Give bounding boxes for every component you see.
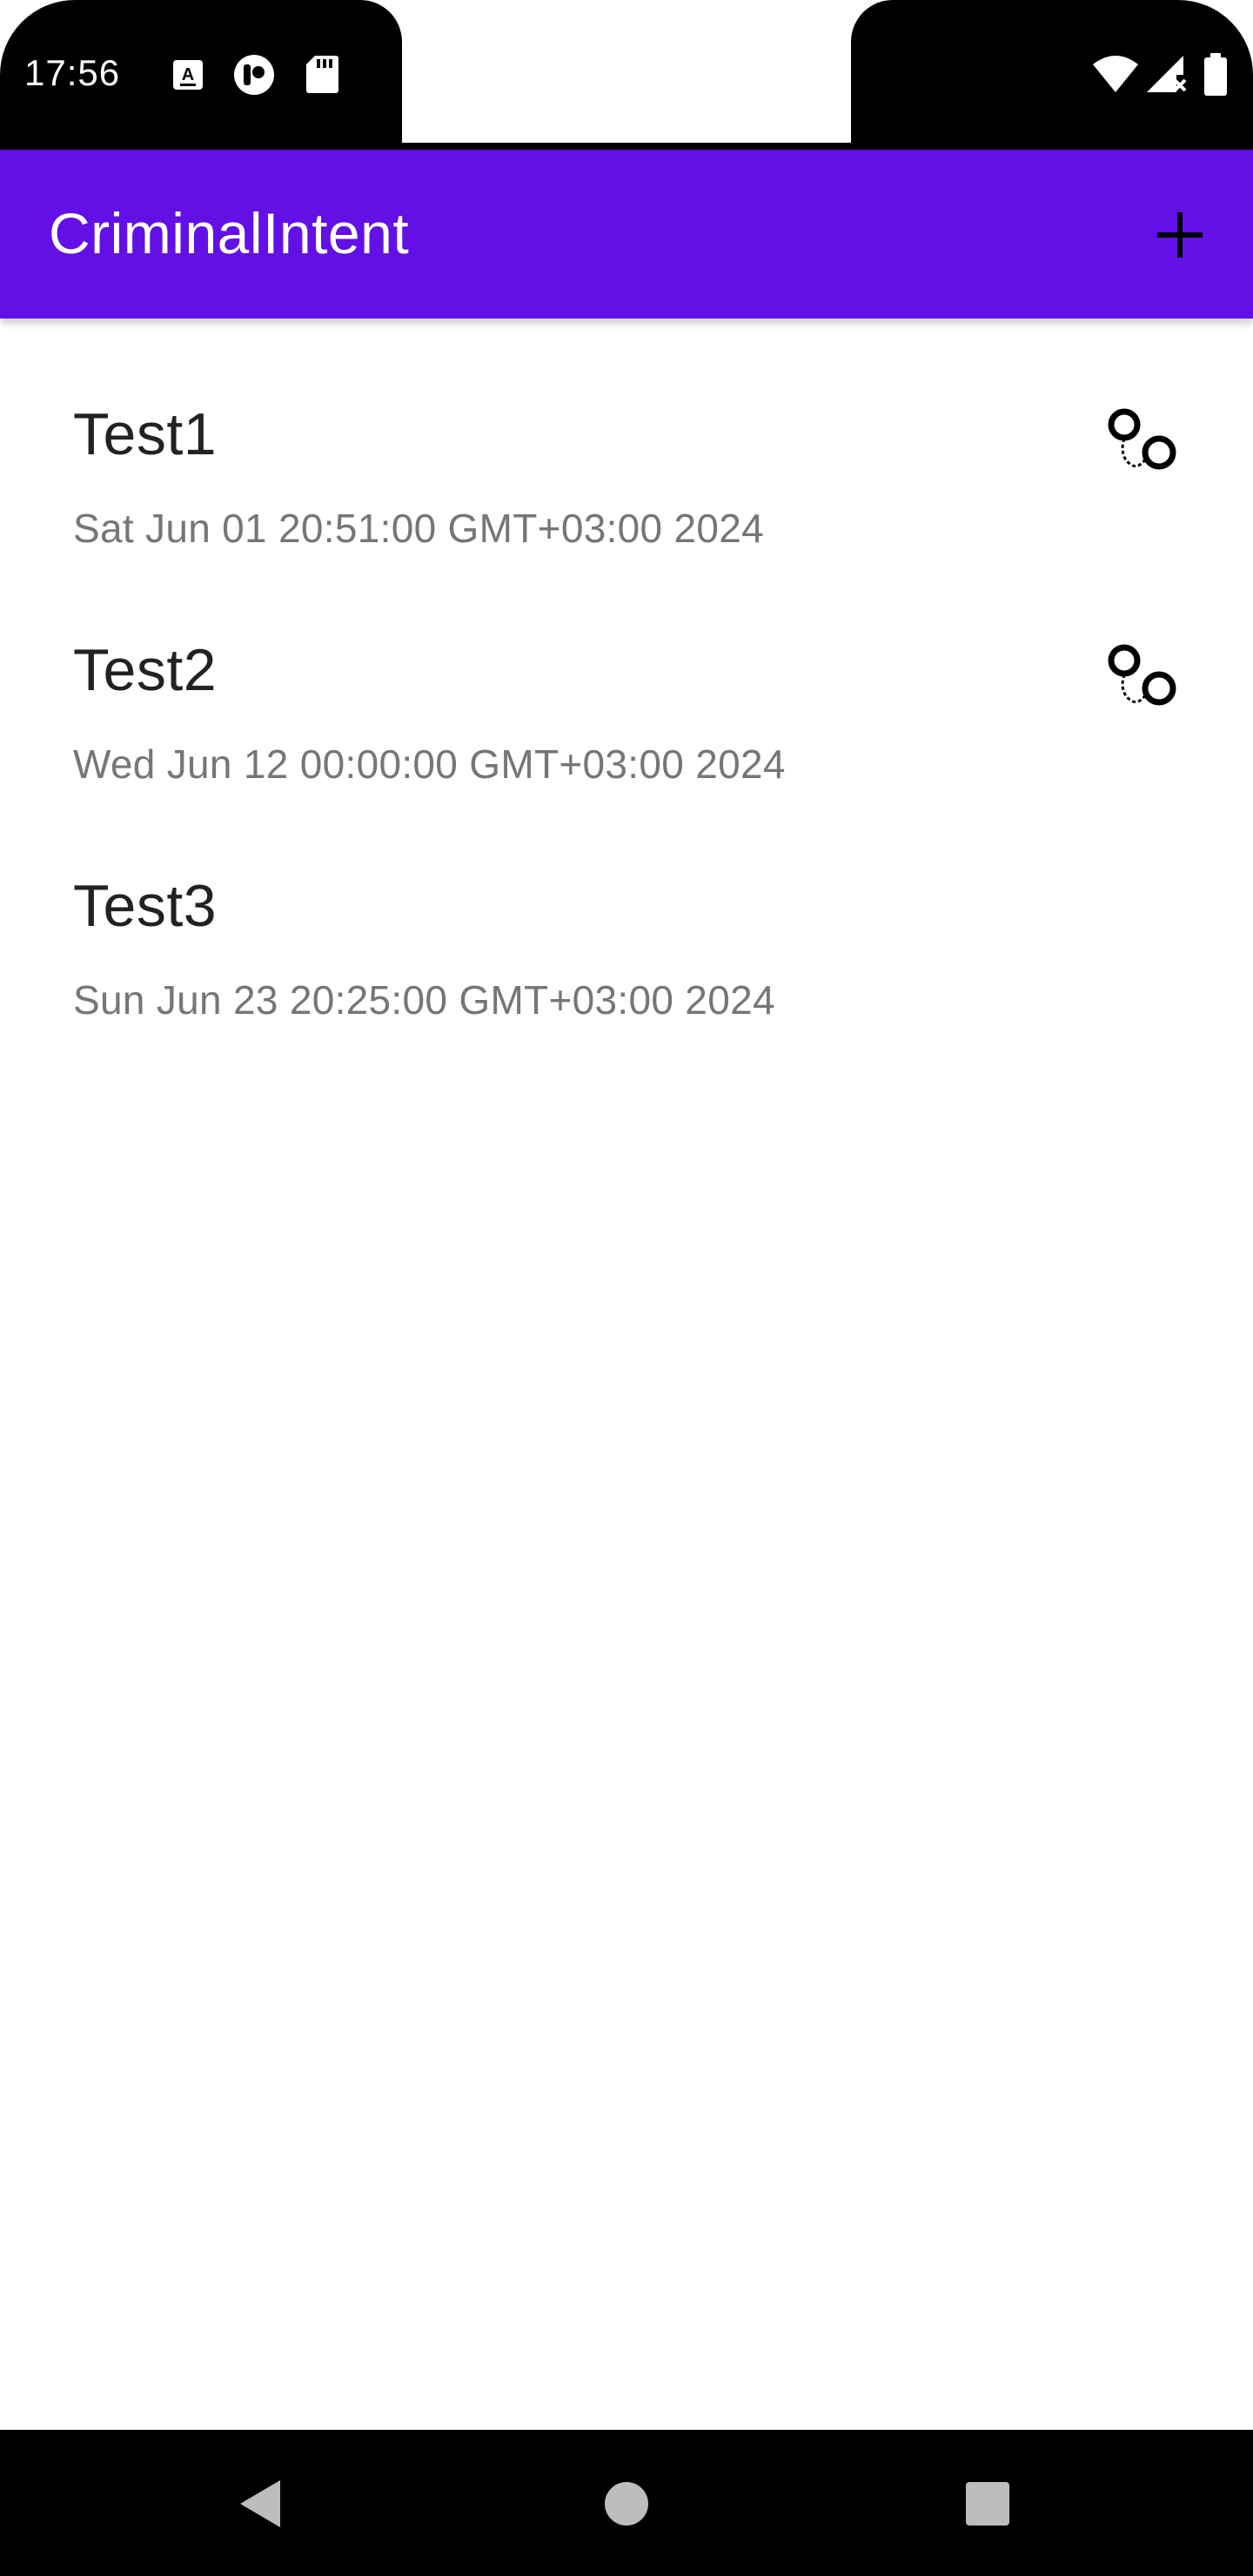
- crime-date: Sun Jun 23 20:25:00 GMT+03:00 2024: [73, 977, 775, 1023]
- status-time: 17:56: [24, 52, 121, 93]
- circle-app-icon: [234, 55, 274, 95]
- sd-card-icon: [306, 56, 338, 93]
- crime-title: Test2: [73, 637, 218, 703]
- signal-icon: [1147, 56, 1187, 92]
- wifi-icon: [1093, 56, 1138, 92]
- crime-list-item[interactable]: Test3 Sun Jun 23 20:25:00 GMT+03:00 2024: [0, 790, 1253, 1026]
- status-bar: 17:56 A: [0, 0, 1253, 150]
- nav-back-button[interactable]: [223, 2465, 301, 2543]
- recents-icon: [966, 2482, 1009, 2526]
- a-icon: A: [173, 60, 203, 90]
- crime-list: Test1 Sat Jun 01 20:51:00 GMT+03:00 2024…: [0, 319, 1253, 1026]
- plus-icon: [1157, 212, 1203, 258]
- home-icon: [605, 2482, 648, 2526]
- back-icon: [240, 2480, 280, 2527]
- handcuffs-icon: [1108, 408, 1176, 470]
- screen: 17:56 A CriminalIntent Test1 Sat Jun 01 …: [0, 0, 1253, 2576]
- crime-title: Test3: [73, 873, 218, 939]
- crime-title: Test1: [73, 401, 218, 467]
- battery-icon: [1204, 53, 1227, 96]
- add-crime-button[interactable]: [1149, 204, 1211, 266]
- handcuffs-icon: [1108, 644, 1176, 706]
- crime-list-item[interactable]: Test2 Wed Jun 12 00:00:00 GMT+03:00 2024: [0, 554, 1253, 790]
- app-title: CriminalIntent: [49, 201, 410, 265]
- svg-text:A: A: [182, 65, 194, 84]
- crime-date: Sat Jun 01 20:51:00 GMT+03:00 2024: [73, 506, 765, 551]
- display-notch: [402, 0, 851, 146]
- crime-date: Wed Jun 12 00:00:00 GMT+03:00 2024: [73, 741, 786, 787]
- nav-home-button[interactable]: [587, 2465, 666, 2543]
- crime-list-item[interactable]: Test1 Sat Jun 01 20:51:00 GMT+03:00 2024: [0, 319, 1253, 554]
- navigation-bar: [0, 2430, 1253, 2576]
- nav-recents-button[interactable]: [948, 2465, 1027, 2543]
- app-bar: CriminalIntent: [0, 150, 1253, 319]
